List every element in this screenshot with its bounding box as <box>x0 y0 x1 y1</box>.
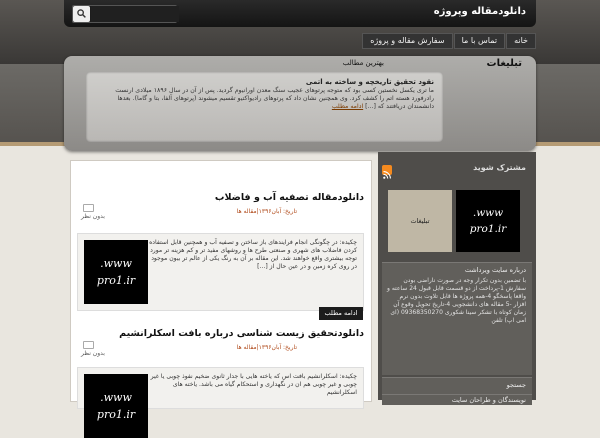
header-bar: دانلودمقاله وپروژه <box>64 0 536 27</box>
authors-title: نویسندگان و طراحان سایت <box>451 396 526 404</box>
ads-title: تبلیغات <box>486 58 522 69</box>
rss-glyph <box>383 171 391 179</box>
thumbnail-line: www. <box>100 391 132 404</box>
ad-banner[interactable]: www. pro1.ir <box>456 190 520 252</box>
post-meta: تاریخ: آبان۱۳۹۶|مقاله ها <box>236 344 297 351</box>
search-box <box>72 5 179 23</box>
best-post-excerpt: ما تری یکسل نخستین کسی بود که متوجه پرتو… <box>94 87 434 111</box>
search-widget: جستجو <box>382 377 532 394</box>
rss-icon[interactable] <box>382 165 392 179</box>
featured-panel: تبلیغات بهترین مطالب نقود تحقیق تاریخچه … <box>64 56 536 151</box>
subscribe-title: مشترک شوید <box>473 163 526 172</box>
best-post-box: نقود تحقیق تاریخچه و ساخته به اتمی ما تر… <box>86 72 443 142</box>
read-more-button[interactable]: ادامه مطلب <box>319 307 363 320</box>
post-meta: تاریخ: آبان۱۳۹۶|مقاله ها <box>236 208 297 215</box>
about-text: با تضمین بدون تکرار وجه در صورت ناراضی ب… <box>387 277 526 324</box>
ad-placeholder[interactable]: تبلیغات <box>388 190 452 252</box>
sidebar: مشترک شوید www. pro1.ir تبلیغات درباره س… <box>378 152 536 405</box>
post-excerpt: چکیده: اسکلرانشیم بافت اس که یاخته هایی … <box>150 373 357 396</box>
post-thumbnail[interactable]: www. pro1.ir <box>84 374 148 438</box>
post-thumbnail[interactable]: www. pro1.ir <box>84 240 148 304</box>
best-posts-title: بهترین مطالب <box>342 59 384 67</box>
post-title[interactable]: دانلودتحقیق زیست شناسی درباره بافت اسکلر… <box>119 328 364 339</box>
post-title[interactable]: دانلودمقاله تصفیه آب و فاضلاب <box>215 192 364 203</box>
post-comments[interactable]: بدون نظر <box>81 350 105 357</box>
post-excerpt: چکیده: در چگونگی انجام فرایندهای باز ساخ… <box>149 239 357 270</box>
comment-icon <box>83 204 94 212</box>
thumbnail-line: www. <box>100 257 132 270</box>
search-widget-title: جستجو <box>506 381 526 389</box>
about-title: درباره سایت ویرداشت <box>464 266 526 274</box>
banner-line: pro1.ir <box>469 223 507 235</box>
thumbnail-line: pro1.ir <box>96 408 136 421</box>
about-box: درباره سایت ویرداشت با تضمین بدون تکرار … <box>382 262 532 375</box>
nav-item-order[interactable]: سفارش مقاله و پروژه <box>362 33 453 49</box>
post-comments[interactable]: بدون نظر <box>81 213 105 220</box>
main-nav: خانه تماس با ما سفارش مقاله و پروژه <box>361 33 536 49</box>
search-input[interactable] <box>91 6 179 22</box>
search-icon <box>77 9 86 18</box>
banner-line: www. <box>472 207 504 219</box>
post-excerpt-box: www. pro1.ir چکیده: در چگونگی انجام فرای… <box>77 233 364 311</box>
search-button[interactable] <box>73 6 90 22</box>
best-post-heading[interactable]: نقود تحقیق تاریخچه و ساخته به اتمی <box>306 78 434 86</box>
best-post-text: ما تری یکسل نخستین کسی بود که متوجه پرتو… <box>115 87 434 110</box>
nav-item-contact[interactable]: تماس با ما <box>453 33 506 49</box>
post-excerpt-box: www. pro1.ir چکیده: اسکلرانشیم بافت اس ک… <box>77 367 364 438</box>
best-post-more-link[interactable]: ادامه مطلب <box>332 103 363 110</box>
main-content: دانلودمقاله تصفیه آب و فاضلاب تاریخ: آبا… <box>70 160 372 438</box>
site-title[interactable]: دانلودمقاله وپروژه <box>434 6 526 17</box>
nav-item-home[interactable]: خانه <box>506 33 536 49</box>
thumbnail-line: pro1.ir <box>96 274 136 287</box>
comment-icon <box>83 341 94 349</box>
